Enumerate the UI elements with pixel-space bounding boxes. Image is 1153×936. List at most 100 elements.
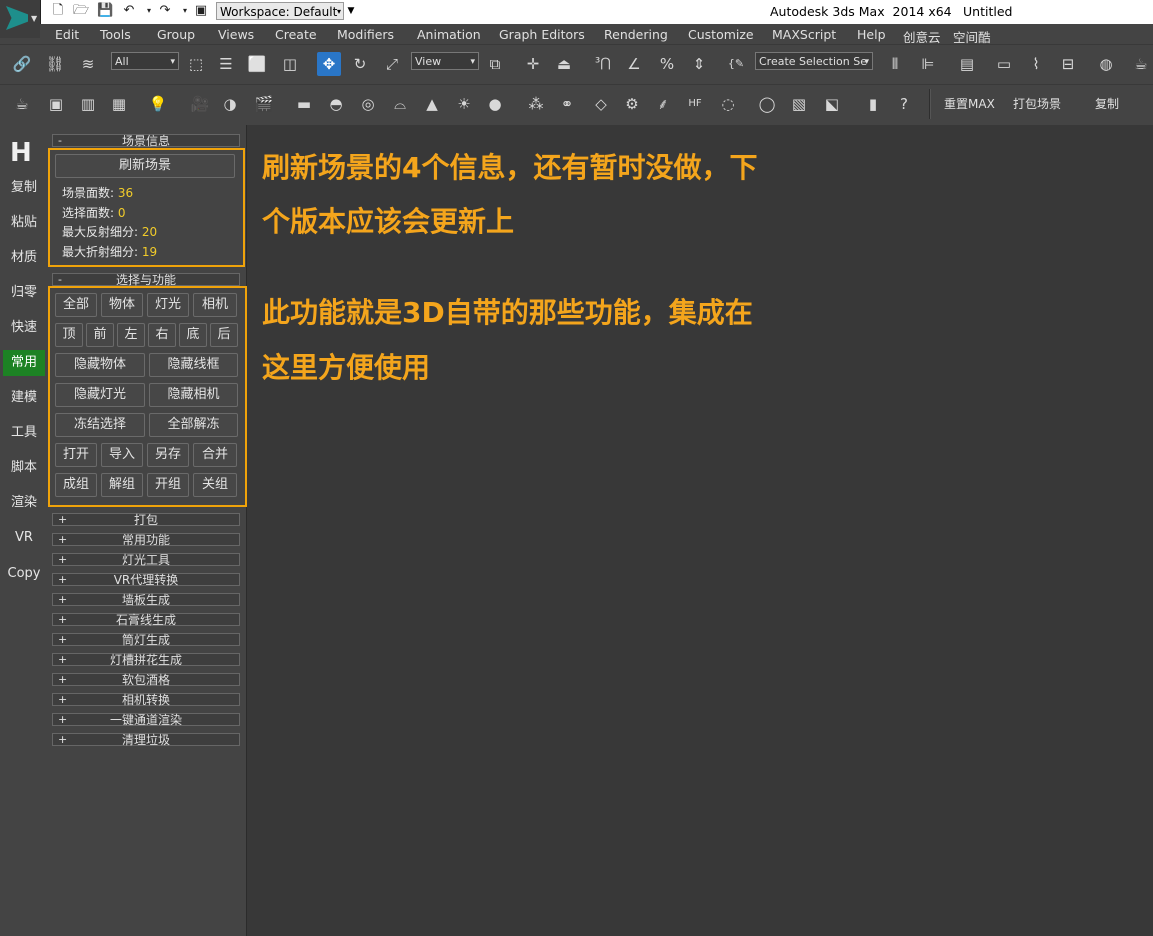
dome-light-icon[interactable]: ◑ (218, 92, 242, 116)
menu-group[interactable]: Group (157, 27, 195, 42)
menu-maxscript[interactable]: MAXScript (772, 27, 836, 42)
rollout-pack[interactable]: + 打包 (52, 513, 240, 527)
grid-window-icon[interactable]: ▦ (107, 92, 131, 116)
select-and-link-icon[interactable]: 🔗 (10, 52, 34, 76)
ies-light-icon[interactable]: ⌓ (388, 92, 412, 116)
rollout-soft-pack[interactable]: + 软包酒格 (52, 673, 240, 687)
viewport[interactable]: 刷新场景的4个信息，还有暂时没做，下 个版本应该会更新上 此功能就是3D自带的那… (247, 125, 1153, 936)
rollout-downlight[interactable]: + 筒灯生成 (52, 633, 240, 647)
hide-lights-button[interactable]: 隐藏灯光 (55, 383, 145, 407)
select-lights-button[interactable]: 灯光 (147, 293, 189, 317)
menu-animation[interactable]: Animation (417, 27, 481, 42)
menu-modifiers[interactable]: Modifiers (337, 27, 394, 42)
rollout-wall-panel[interactable]: + 墙板生成 (52, 593, 240, 607)
keyboard-shortcut-override-icon[interactable]: ⏏ (552, 52, 576, 76)
named-selection-sets-dropdown[interactable]: Create Selection Se ▾ (755, 52, 873, 70)
dome-shape-icon[interactable]: ◓ (324, 92, 348, 116)
select-object-icon[interactable]: ⬚ (184, 52, 208, 76)
schematic-view-icon[interactable]: ⊟ (1056, 52, 1080, 76)
copy-button[interactable]: 复制 (1095, 95, 1119, 112)
undo-dropdown-icon[interactable]: ▾ (141, 3, 157, 19)
rollout-common-functions[interactable]: + 常用功能 (52, 533, 240, 547)
panel-list-icon[interactable]: ▥ (76, 92, 100, 116)
app-menu-button[interactable]: ▼ (0, 0, 41, 38)
reference-coordinate-dropdown[interactable]: View ▾ (411, 52, 479, 70)
menu-create[interactable]: Create (275, 27, 317, 42)
tab-paste[interactable]: 粘贴 (3, 210, 45, 236)
tab-material[interactable]: 材质 (3, 245, 45, 271)
align-icon[interactable]: ⊫ (916, 52, 940, 76)
pivot-point-center-icon[interactable]: ⧉ (483, 52, 507, 76)
import-button[interactable]: 导入 (101, 443, 143, 467)
menu-graph-editors[interactable]: Graph Editors (499, 27, 585, 42)
project-folder-icon[interactable]: ▣ (193, 3, 209, 19)
select-and-move-icon[interactable]: ✥ (317, 52, 341, 76)
quick-access-dropdown-icon[interactable]: ▼ (345, 3, 357, 19)
menu-edit[interactable]: Edit (55, 27, 79, 42)
tab-copy-en[interactable]: Copy (3, 561, 45, 587)
open-button[interactable]: 打开 (55, 443, 97, 467)
bind-to-space-warp-icon[interactable]: ≋ (76, 52, 100, 76)
render-region-icon[interactable]: ⬕ (820, 92, 844, 116)
rectangular-selection-icon[interactable]: ⬜ (245, 52, 269, 76)
percent-snap-icon[interactable]: % (655, 52, 679, 76)
select-cameras-button[interactable]: 相机 (193, 293, 237, 317)
new-file-icon[interactable]: 🗋 (50, 3, 66, 19)
render-frame-icon[interactable]: ▣ (44, 92, 68, 116)
material-editor-icon[interactable]: ◍ (1094, 52, 1118, 76)
open-file-icon[interactable]: 🗁 (73, 3, 89, 19)
view-bottom-button[interactable]: 底 (179, 323, 207, 347)
select-by-name-icon[interactable]: ☰ (214, 52, 238, 76)
save-icon[interactable]: 💾 (97, 3, 113, 19)
menu-views[interactable]: Views (218, 27, 254, 42)
rollout-plaster-line[interactable]: + 石膏线生成 (52, 613, 240, 627)
view-back-button[interactable]: 后 (210, 323, 238, 347)
view-left-button[interactable]: 左 (117, 323, 145, 347)
rollout-cleanup[interactable]: + 清理垃圾 (52, 733, 240, 747)
spinner-snap-icon[interactable]: ⇕ (687, 52, 711, 76)
file-copy-icon[interactable]: ▮ (861, 92, 885, 116)
hide-cameras-button[interactable]: 隐藏相机 (149, 383, 238, 407)
tab-common[interactable]: 常用 (3, 350, 45, 376)
menu-rendering[interactable]: Rendering (604, 27, 668, 42)
hide-objects-button[interactable]: 隐藏物体 (55, 353, 145, 377)
sky-sphere-icon[interactable]: ● (483, 92, 507, 116)
refresh-scene-button[interactable]: 刷新场景 (55, 154, 235, 178)
teapot-icon[interactable]: ☕ (10, 92, 34, 116)
gear-icon[interactable]: ⚙ (620, 92, 644, 116)
close-group-button[interactable]: 关组 (193, 473, 237, 497)
molecule-icon[interactable]: ⚭ (555, 92, 579, 116)
proxy-icon[interactable]: ⁂ (524, 92, 548, 116)
angle-snap-icon[interactable]: ∠ (622, 52, 646, 76)
view-front-button[interactable]: 前 (86, 323, 114, 347)
redo-icon[interactable]: ↷ (157, 3, 173, 19)
rollout-channel-render[interactable]: + 一键通道渲染 (52, 713, 240, 727)
freeze-selection-button[interactable]: 冻结选择 (55, 413, 145, 437)
help-icon[interactable]: ? (892, 92, 916, 116)
selection-filter-dropdown[interactable]: All ▾ (111, 52, 179, 70)
redo-dropdown-icon[interactable]: ▾ (177, 3, 193, 19)
reset-max-button[interactable]: 重置MAX (944, 95, 995, 112)
window-crossing-icon[interactable]: ◫ (278, 52, 302, 76)
merge-button[interactable]: 合并 (193, 443, 237, 467)
save-as-button[interactable]: 另存 (147, 443, 189, 467)
rollout-light-tools[interactable]: + 灯光工具 (52, 553, 240, 567)
vray-render-icon[interactable]: 🎬 (252, 92, 276, 116)
select-and-scale-icon[interactable]: ⤢ (380, 52, 404, 76)
plane-icon[interactable]: ◇ (589, 92, 613, 116)
workspace-selector[interactable]: Workspace: Default ▾ (216, 2, 344, 20)
menu-help[interactable]: Help (857, 27, 886, 42)
select-and-manipulate-icon[interactable]: ✛ (521, 52, 545, 76)
select-all-button[interactable]: 全部 (55, 293, 97, 317)
tab-reset[interactable]: 归零 (3, 280, 45, 306)
rollout-vr-proxy[interactable]: + VR代理转换 (52, 573, 240, 587)
menu-tools[interactable]: Tools (100, 27, 131, 42)
frame-buffer-icon[interactable]: ▧ (787, 92, 811, 116)
tab-modeling[interactable]: 建模 (3, 385, 45, 411)
rollout-light-slot[interactable]: + 灯槽拼花生成 (52, 653, 240, 667)
tab-vr[interactable]: VR (3, 525, 45, 551)
view-top-button[interactable]: 顶 (55, 323, 83, 347)
fur-icon[interactable]: ⸙ (651, 92, 675, 116)
view-right-button[interactable]: 右 (148, 323, 176, 347)
unfreeze-all-button[interactable]: 全部解冻 (149, 413, 238, 437)
